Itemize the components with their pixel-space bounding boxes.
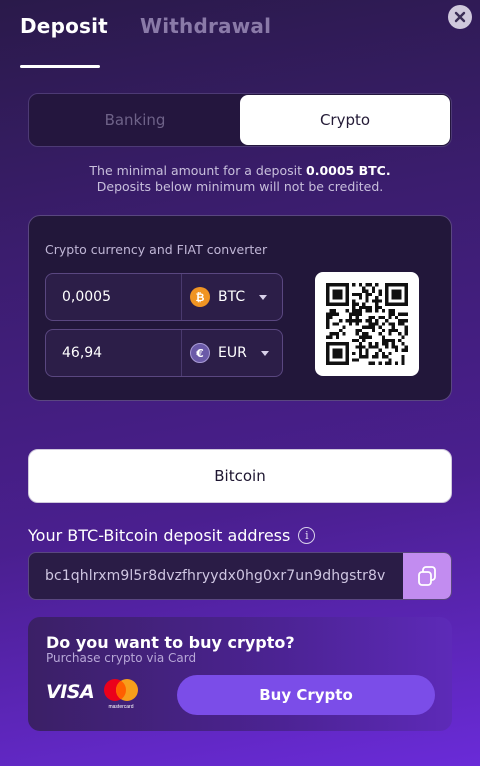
svg-text:mastercard: mastercard [108, 704, 133, 710]
payment-method-toggle: Banking Crypto [28, 93, 452, 147]
buy-crypto-title: Do you want to buy crypto? [46, 633, 295, 652]
notice-warning: Deposits below minimum will not be credi… [96, 179, 384, 194]
deposit-address-field: bc1qhlrxm9l5r8dvzfhryydx0hg0xr7un9dhgstr… [28, 552, 452, 600]
buy-crypto-subtitle: Purchase crypto via Card [46, 651, 197, 665]
mastercard-logo: mastercard [104, 679, 138, 710]
minimum-deposit-notice: The minimal amount for a deposit 0.0005 … [0, 163, 480, 195]
crypto-amount-row: 0,0005 ₿ BTC [45, 273, 283, 321]
tab-withdrawal[interactable]: Withdrawal [140, 14, 271, 38]
notice-prefix: The minimal amount for a deposit [89, 163, 307, 178]
eur-coin-icon: € [190, 343, 210, 363]
tab-deposit[interactable]: Deposit [20, 14, 108, 38]
chevron-down-icon [259, 294, 268, 300]
crypto-amount-input[interactable]: 0,0005 [46, 274, 182, 320]
deposit-address-heading: Your BTC-Bitcoin deposit address i [28, 526, 316, 545]
deposit-address-label: Your BTC-Bitcoin deposit address [28, 526, 291, 545]
active-tab-indicator [20, 65, 100, 68]
copy-address-button[interactable] [403, 553, 451, 599]
banking-option[interactable]: Banking [30, 95, 240, 145]
btc-coin-icon: ₿ [190, 287, 210, 307]
crypto-currency-label: BTC [218, 289, 246, 305]
fiat-currency-select[interactable]: € EUR [182, 330, 282, 376]
buy-crypto-card: Do you want to buy crypto? Purchase cryp… [28, 617, 452, 731]
fiat-amount-input[interactable]: 46,94 [46, 330, 182, 376]
fiat-currency-label: EUR [218, 345, 247, 361]
qr-code [315, 272, 419, 376]
buy-crypto-button[interactable]: Buy Crypto [177, 675, 435, 715]
converter-title: Crypto currency and FIAT converter [45, 242, 268, 257]
copy-icon [418, 566, 436, 586]
fiat-amount-row: 46,94 € EUR [45, 329, 283, 377]
close-icon [454, 11, 466, 23]
visa-logo: VISA [46, 681, 95, 703]
converter-panel: Crypto currency and FIAT converter 0,000… [28, 215, 452, 401]
chevron-down-icon [260, 350, 269, 356]
coin-select-button[interactable]: Bitcoin [28, 449, 452, 503]
info-icon[interactable]: i [298, 527, 316, 544]
deposit-address-value[interactable]: bc1qhlrxm9l5r8dvzfhryydx0hg0xr7un9dhgstr… [29, 553, 403, 599]
close-button[interactable] [448, 5, 472, 29]
crypto-currency-select[interactable]: ₿ BTC [182, 274, 282, 320]
notice-amount: 0.0005 BTC. [306, 163, 391, 178]
qr-code-image [326, 283, 408, 365]
crypto-option[interactable]: Crypto [240, 95, 450, 145]
tab-bar: Deposit Withdrawal [20, 14, 271, 38]
